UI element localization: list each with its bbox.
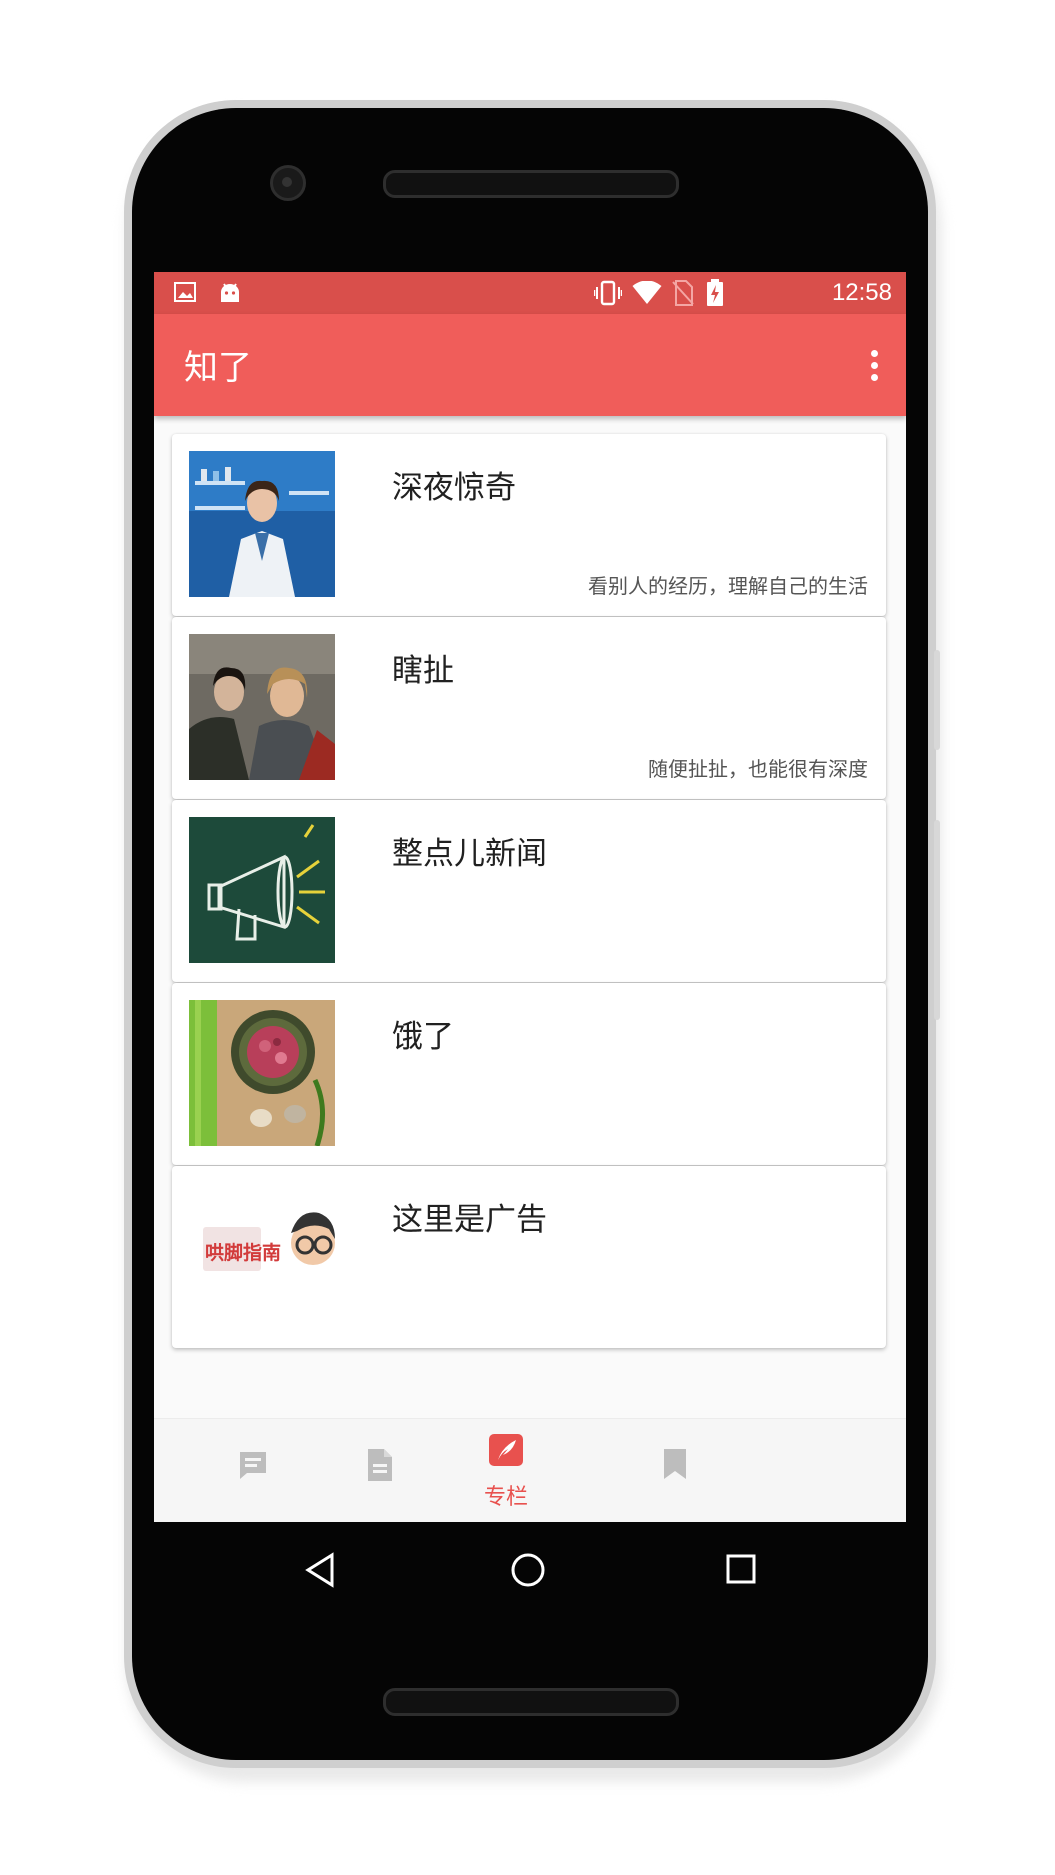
column-title: 整点儿新闻 <box>392 836 547 872</box>
column-thumbnail <box>189 634 335 780</box>
column-thumbnail: 哄脚指南 <box>189 1183 335 1329</box>
front-camera <box>270 165 306 201</box>
column-card[interactable]: 整点儿新闻 <box>172 800 886 982</box>
thumbnail-text: 哄脚指南 <box>205 1242 281 1264</box>
power-button <box>934 650 940 750</box>
volume-button <box>934 820 940 1020</box>
document-icon <box>368 1449 392 1481</box>
overflow-menu-icon[interactable] <box>864 350 884 386</box>
nav-item-bookmark[interactable] <box>596 1419 756 1522</box>
column-title: 饿了 <box>392 1019 454 1055</box>
bookmark-icon <box>664 1449 686 1479</box>
column-card[interactable]: 瞎扯 随便扯扯，也能很有深度 <box>172 617 886 799</box>
bottom-speaker <box>383 1688 679 1716</box>
android-icon <box>221 283 239 302</box>
screen: 12:58 知了 深夜惊奇 看别人的经历，理解自己的生活 瞎扯 随便扯扯，也能很… <box>154 272 906 1522</box>
back-icon[interactable] <box>304 1552 336 1588</box>
top-speaker <box>383 170 679 198</box>
chat-icon <box>240 1452 266 1479</box>
nav-item-columns[interactable]: 专栏 <box>426 1419 586 1522</box>
home-icon[interactable] <box>510 1552 546 1588</box>
app-title: 知了 <box>184 348 252 388</box>
nav-item-label: 专栏 <box>483 1485 528 1510</box>
column-title: 瞎扯 <box>392 653 454 689</box>
column-thumbnail <box>189 1000 335 1146</box>
column-thumbnail <box>189 817 335 963</box>
recents-icon[interactable] <box>726 1554 756 1584</box>
status-time: 12:58 <box>831 279 892 306</box>
battery-charging-icon <box>707 279 723 306</box>
system-navigation-bar <box>154 1522 906 1612</box>
vibrate-icon <box>594 280 622 306</box>
column-card[interactable]: 饿了 <box>172 983 886 1165</box>
app-bar: 知了 <box>154 314 906 416</box>
column-title: 这里是广告 <box>392 1202 547 1238</box>
column-subtitle: 随便扯扯，也能很有深度 <box>648 757 868 781</box>
column-subtitle: 看别人的经历，理解自己的生活 <box>588 574 868 598</box>
column-card[interactable]: 深夜惊奇 看别人的经历，理解自己的生活 <box>172 434 886 616</box>
column-title: 深夜惊奇 <box>392 470 516 506</box>
image-icon <box>174 282 196 302</box>
bottom-navigation: 专栏 <box>154 1418 906 1522</box>
no-sim-icon <box>672 280 694 306</box>
status-bar: 12:58 <box>154 272 906 314</box>
column-thumbnail <box>189 451 335 597</box>
quill-icon <box>489 1434 523 1466</box>
column-card[interactable]: 哄脚指南 这里是广告 <box>172 1166 886 1348</box>
column-list[interactable]: 深夜惊奇 看别人的经历，理解自己的生活 瞎扯 随便扯扯，也能很有深度 整点儿新闻… <box>154 416 906 1522</box>
wifi-icon <box>632 281 662 304</box>
